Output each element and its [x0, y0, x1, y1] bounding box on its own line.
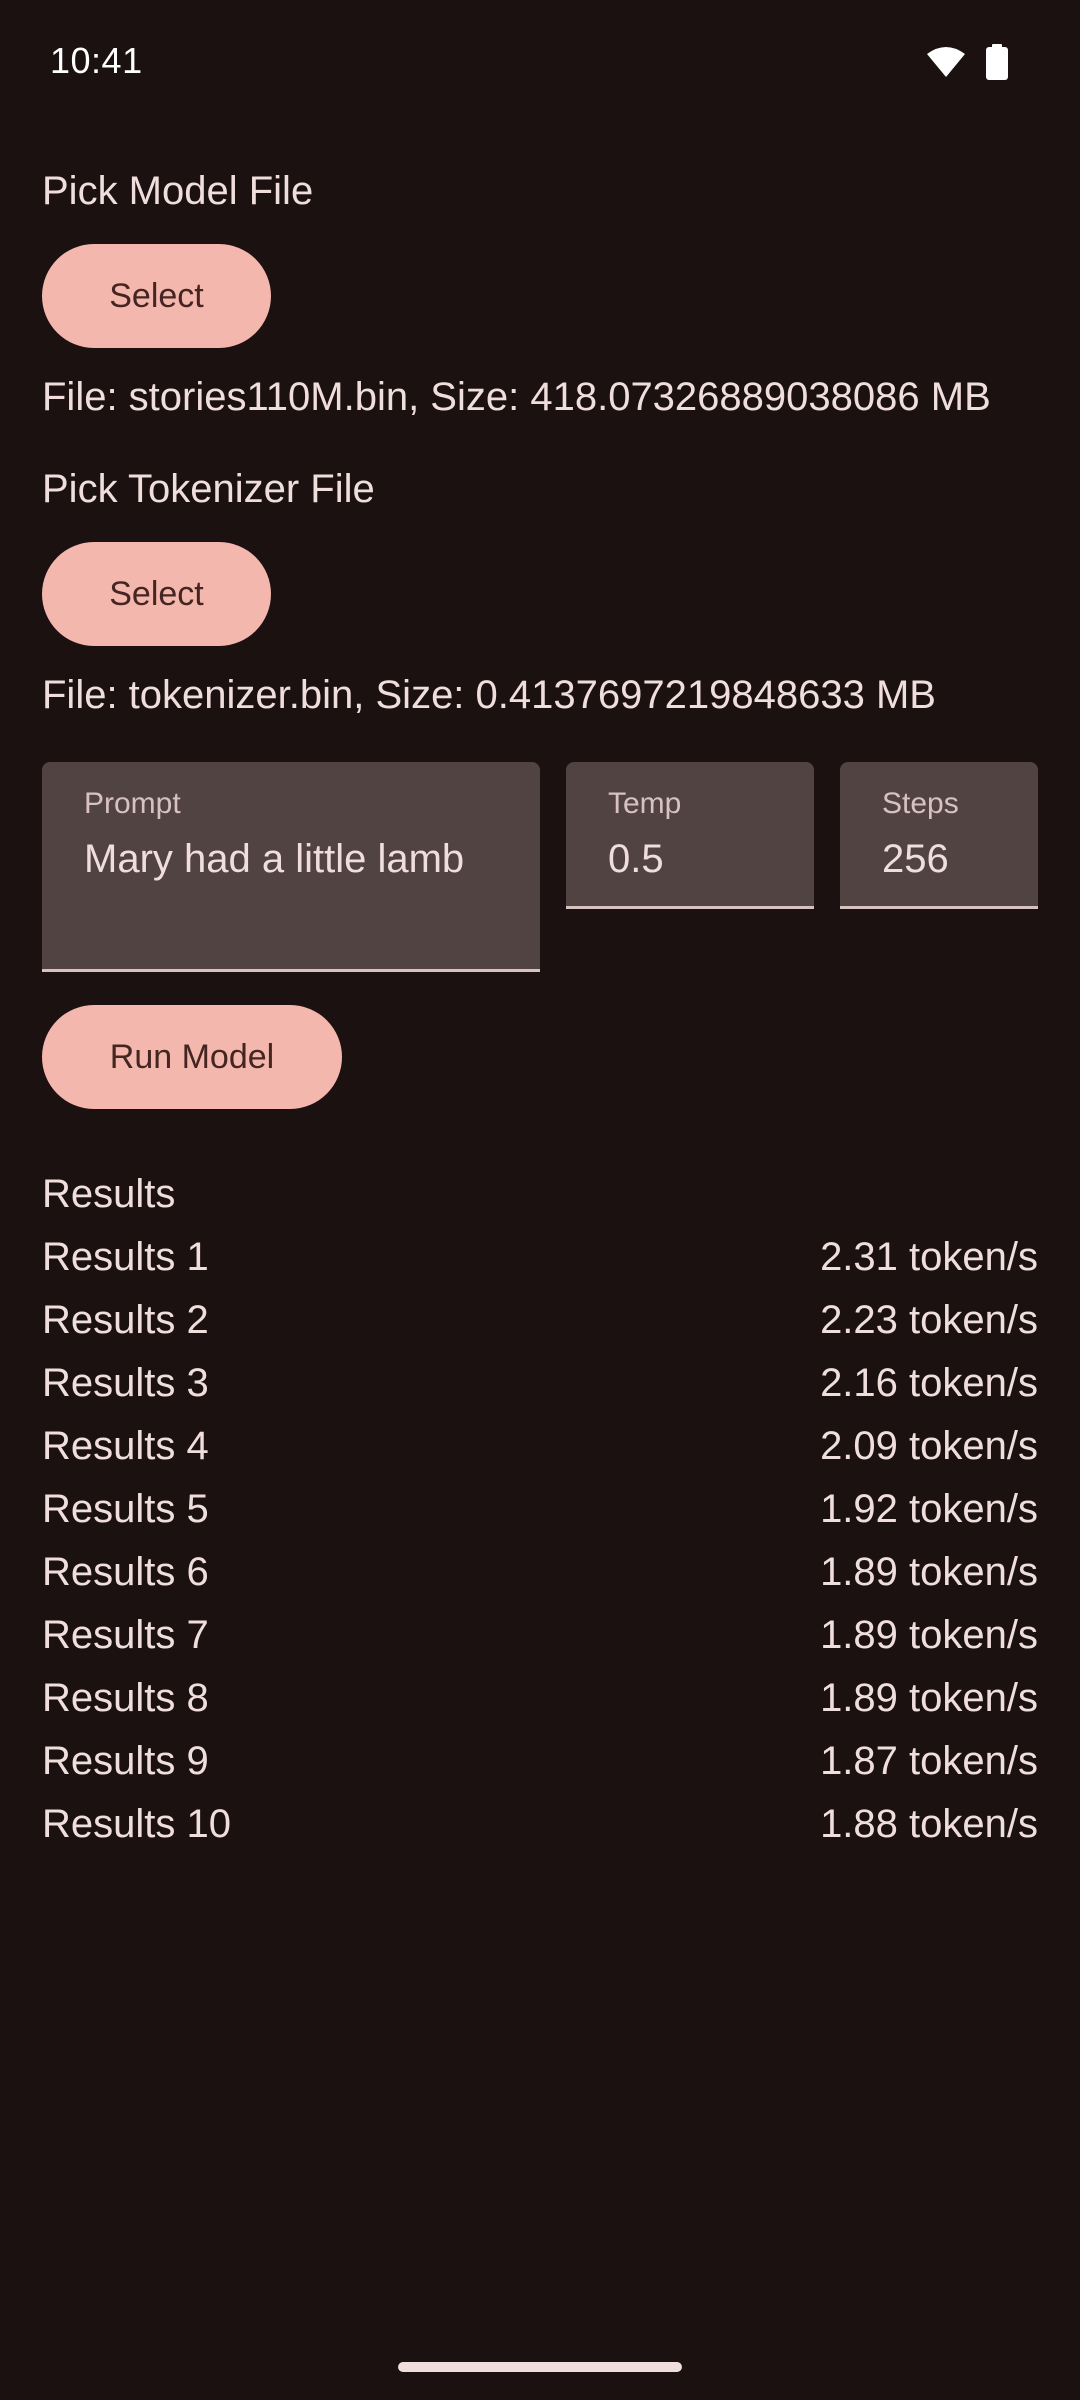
status-bar: 10:41 — [0, 0, 1080, 128]
steps-field-label: Steps — [882, 787, 959, 820]
result-value: 2.31 token/s — [820, 1235, 1038, 1279]
result-label: Results 2 — [42, 1298, 209, 1342]
result-label: Results 9 — [42, 1739, 209, 1783]
tokenizer-file-info: File: tokenizer.bin, Size: 0.41376972198… — [42, 673, 936, 717]
result-row: Results 3 2.16 token/s — [42, 1352, 1038, 1415]
result-label: Results 6 — [42, 1550, 209, 1594]
home-indicator[interactable] — [398, 2362, 682, 2372]
results-title-label: Results — [42, 1172, 176, 1216]
result-row: Results 1 2.31 token/s — [42, 1226, 1038, 1289]
result-value: 1.89 token/s — [820, 1550, 1038, 1594]
result-value: 2.23 token/s — [820, 1298, 1038, 1342]
wifi-icon — [926, 46, 966, 83]
results-list: Results 1 2.31 token/s Results 2 2.23 token… — [42, 1226, 1038, 1856]
select-tokenizer-button[interactable]: Select — [42, 542, 271, 646]
result-label: Results 5 — [42, 1487, 209, 1531]
result-row: Results 8 1.89 token/s — [42, 1667, 1038, 1730]
result-label: Results 10 — [42, 1802, 231, 1846]
model-file-info: File: stories110M.bin, Size: 418.0732688… — [42, 375, 991, 419]
tokenizer-section-title: Pick Tokenizer File — [42, 467, 375, 511]
result-row: Results 2 2.23 token/s — [42, 1289, 1038, 1352]
temp-field-label: Temp — [608, 787, 682, 820]
result-value: 1.92 token/s — [820, 1487, 1038, 1531]
result-row: Results 9 1.87 token/s — [42, 1730, 1038, 1793]
result-row: Results 7 1.89 token/s — [42, 1604, 1038, 1667]
temp-field[interactable]: Temp 0.5 — [566, 762, 814, 909]
prompt-field-value[interactable]: Mary had a little lamb — [84, 828, 484, 890]
result-value: 1.87 token/s — [820, 1739, 1038, 1783]
result-row: Results 5 1.92 token/s — [42, 1478, 1038, 1541]
result-label: Results 1 — [42, 1235, 209, 1279]
results-title: Results — [42, 1163, 1038, 1226]
select-model-button[interactable]: Select — [42, 244, 271, 348]
status-time: 10:41 — [50, 40, 143, 81]
result-value: 2.16 token/s — [820, 1361, 1038, 1405]
input-fields-row: Prompt Mary had a little lamb Temp 0.5 S… — [42, 762, 1038, 972]
run-model-button[interactable]: Run Model — [42, 1005, 342, 1109]
result-value: 2.09 token/s — [820, 1424, 1038, 1468]
results-section: Results Results 1 2.31 token/s Results 2 2.… — [42, 1163, 1038, 1856]
steps-field-value[interactable]: 256 — [882, 828, 996, 890]
app-screen: 10:41 Pick Model File Select File: stori… — [0, 0, 1080, 2400]
status-icons — [926, 44, 1008, 85]
result-label: Results 4 — [42, 1424, 209, 1468]
steps-field[interactable]: Steps 256 — [840, 762, 1038, 909]
result-value: 1.89 token/s — [820, 1613, 1038, 1657]
battery-icon — [986, 44, 1008, 85]
prompt-field[interactable]: Prompt Mary had a little lamb — [42, 762, 540, 972]
model-section-title: Pick Model File — [42, 169, 314, 213]
main-content: Pick Model File Select File: stories110M… — [42, 160, 1038, 1856]
result-label: Results 3 — [42, 1361, 209, 1405]
result-row: Results 6 1.89 token/s — [42, 1541, 1038, 1604]
result-row: Results 10 1.88 token/s — [42, 1793, 1038, 1856]
result-label: Results 8 — [42, 1676, 209, 1720]
temp-field-value[interactable]: 0.5 — [608, 828, 772, 890]
result-row: Results 4 2.09 token/s — [42, 1415, 1038, 1478]
result-value: 1.89 token/s — [820, 1676, 1038, 1720]
result-value: 1.88 token/s — [820, 1802, 1038, 1846]
prompt-field-label: Prompt — [84, 787, 181, 820]
result-label: Results 7 — [42, 1613, 209, 1657]
